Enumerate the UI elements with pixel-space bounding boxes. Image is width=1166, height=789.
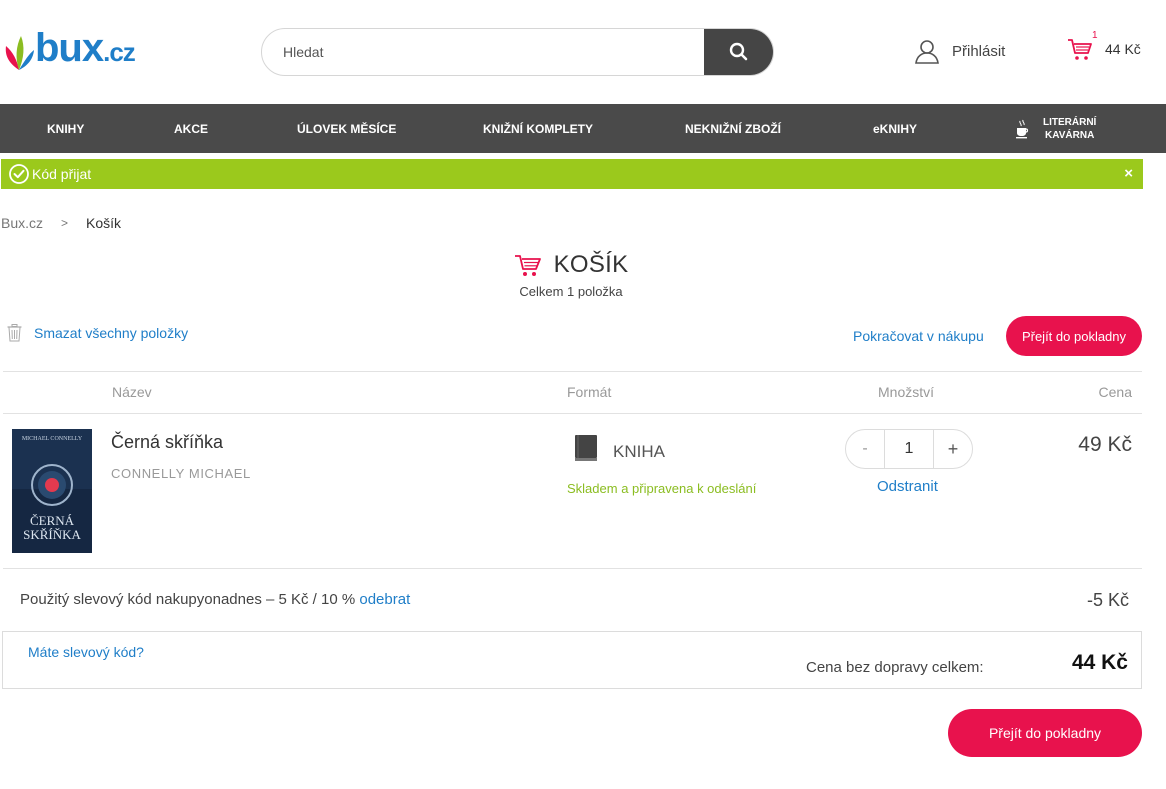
cart-icon <box>514 255 541 276</box>
remove-item-link[interactable]: Odstranit <box>877 478 938 495</box>
search-bar <box>261 28 774 76</box>
voucher-code-link[interactable]: Máte slevový kód? <box>28 644 144 660</box>
column-header-price: Cena <box>1098 384 1132 400</box>
item-title-link[interactable]: Černá skříňka <box>111 432 223 453</box>
discount-remove-link[interactable]: odebrat <box>359 591 410 608</box>
main-navigation: KNIHY AKCE ÚLOVEK MĚSÍCE KNIŽNÍ KOMPLETY… <box>0 104 1166 153</box>
coffee-cup-icon <box>1016 119 1029 138</box>
clear-all-label: Smazat všechny položky <box>34 325 189 341</box>
cart-item-count: Celkem 1 položka <box>519 284 623 299</box>
svg-text:MICHAEL CONNELLY: MICHAEL CONNELLY <box>22 436 83 442</box>
clear-all-button[interactable]: Smazat všechny položky <box>7 324 188 342</box>
column-header-format: Formát <box>567 384 612 400</box>
check-circle-icon <box>9 164 29 184</box>
nav-item-neknizni-zbozi[interactable]: NEKNIŽNÍ ZBOŽÍ <box>685 104 781 153</box>
quantity-input[interactable] <box>884 430 934 468</box>
stock-status: Skladem a připravena k odeslání <box>567 481 757 496</box>
breadcrumb-current: Košík <box>86 215 122 231</box>
success-alert: Kód přijat × <box>1 159 1143 189</box>
cart-total-amount: 44 Kč <box>1105 41 1141 57</box>
checkout-button-bottom[interactable]: Přejít do pokladny <box>948 709 1142 757</box>
logo-text: bux.cz <box>35 26 136 70</box>
discount-amount: -5 Kč <box>1086 590 1129 610</box>
column-header-name: Název <box>112 384 152 400</box>
cart-icon <box>1068 39 1092 60</box>
nav-item-knihy[interactable]: KNIHY <box>47 104 84 153</box>
cart-title: KOŠÍK <box>553 251 629 278</box>
user-icon <box>915 40 939 64</box>
book-cover-image[interactable]: MICHAEL CONNELLY ČERNÁ SKŘÍŇKA <box>12 429 92 553</box>
column-header-quantity: Množství <box>878 384 935 400</box>
search-input[interactable] <box>262 29 706 75</box>
alert-message: Kód přijat <box>32 166 92 182</box>
svg-text:SKŘÍŇKA: SKŘÍŇKA <box>23 527 81 542</box>
book-cover-art: MICHAEL CONNELLY ČERNÁ SKŘÍŇKA <box>12 429 92 553</box>
literary-cafe-label: LITERÁRNÍ KAVÁRNA <box>1043 116 1097 141</box>
nav-item-akce[interactable]: AKCE <box>174 104 208 153</box>
cart-item-row: MICHAEL CONNELLY ČERNÁ SKŘÍŇKA Černá skř… <box>3 414 1142 569</box>
breadcrumb-home-link[interactable]: Bux.cz <box>1 215 43 231</box>
nav-item-ulovek-mesice[interactable]: ÚLOVEK MĚSÍCE <box>297 104 396 153</box>
continue-shopping-link[interactable]: Pokračovat v nákupu <box>853 328 984 344</box>
checkout-button-top[interactable]: Přejít do pokladny <box>1006 316 1142 356</box>
site-logo[interactable]: bux.cz <box>3 26 136 72</box>
site-header: bux.cz Přihlásit 1 44 Kč <box>0 0 1166 104</box>
breadcrumb-separator: > <box>61 216 69 230</box>
close-icon[interactable]: × <box>1124 165 1133 182</box>
page-title: KOŠÍK <box>0 251 1142 279</box>
nav-item-knizni-komplety[interactable]: KNIŽNÍ KOMPLETY <box>483 104 593 153</box>
login-button[interactable]: Přihlásit <box>914 38 1005 64</box>
search-button[interactable] <box>704 29 773 75</box>
total-label: Cena bez dopravy celkem: <box>806 659 984 676</box>
item-format: KNIHA <box>613 442 665 461</box>
svg-text:ČERNÁ: ČERNÁ <box>30 513 75 528</box>
item-author: CONNELLY MICHAEL <box>111 466 251 481</box>
quantity-increase-button[interactable]: + <box>934 430 972 468</box>
breadcrumb: Bux.cz > Košík <box>1 215 121 231</box>
trash-icon <box>7 324 22 342</box>
quantity-stepper: - + <box>845 429 973 469</box>
discount-description: Použitý slevový kód nakupyonadnes – 5 Kč… <box>20 591 411 608</box>
total-value: 44 Kč <box>1071 651 1128 674</box>
order-summary: Máte slevový kód? Cena bez dopravy celke… <box>2 631 1142 689</box>
cart-count-badge: 1 <box>1092 30 1098 41</box>
quantity-decrease-button[interactable]: - <box>846 430 884 468</box>
leaf-logo-icon <box>5 36 34 70</box>
nav-item-eknihy[interactable]: eKNIHY <box>873 104 917 153</box>
login-label: Přihlásit <box>952 42 1006 60</box>
search-icon <box>729 42 747 61</box>
header-cart[interactable]: 1 44 Kč <box>1067 30 1141 62</box>
discount-row: Použitý slevový kód nakupyonadnes – 5 Kč… <box>3 569 1142 631</box>
cart-table-header: Název Formát Množství Cena <box>3 371 1142 414</box>
nav-item-literarni-kavarna[interactable]: LITERÁRNÍ KAVÁRNA <box>1015 104 1096 153</box>
item-price: 49 Kč <box>1078 433 1132 456</box>
book-icon <box>575 435 597 461</box>
